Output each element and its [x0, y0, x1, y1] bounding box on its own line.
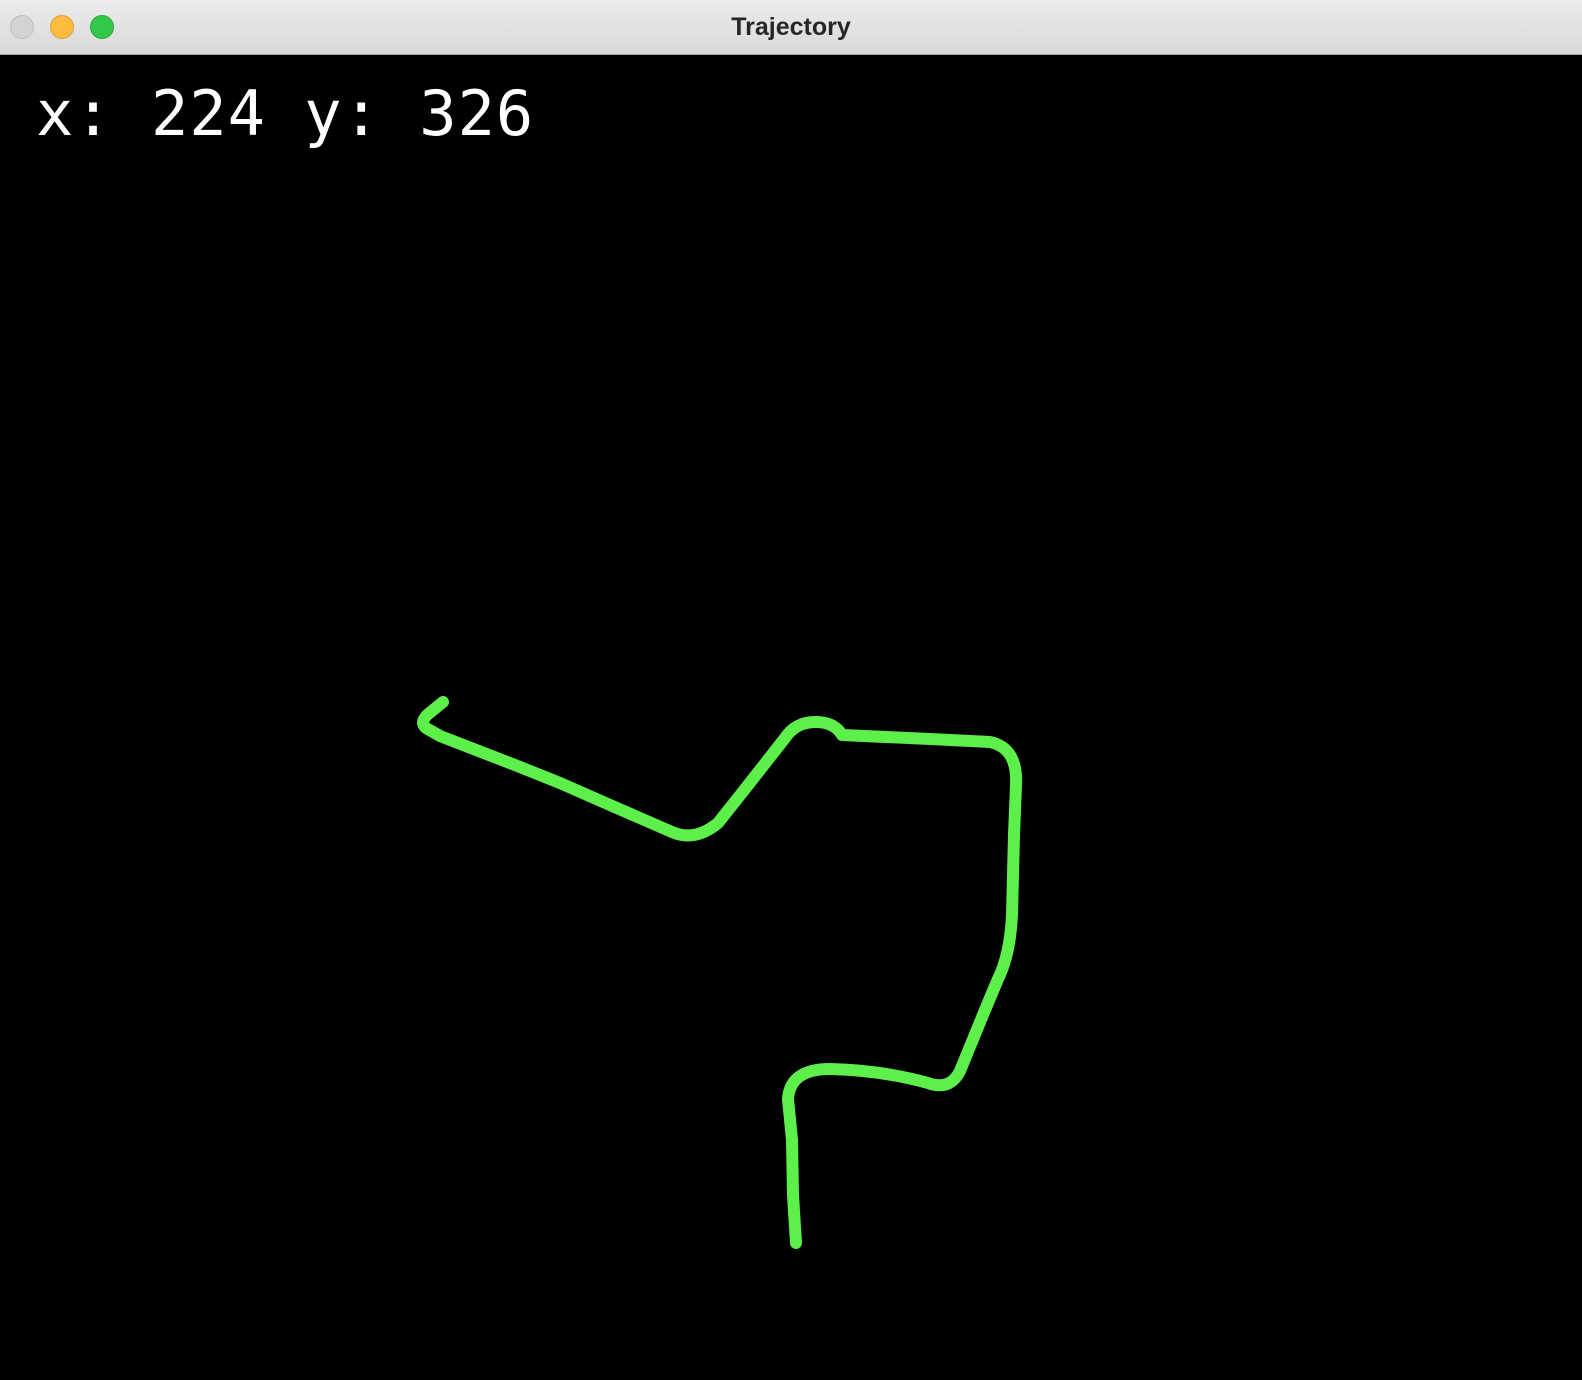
trajectory-window: Trajectory x: 224 y: 326 — [0, 0, 1582, 1380]
trajectory-path — [417, 696, 1023, 1249]
trajectory-plot — [417, 696, 1023, 1249]
title-bar[interactable]: Trajectory — [0, 0, 1582, 55]
trajectory-canvas[interactable]: x: 224 y: 326 — [0, 55, 1582, 1380]
window-title: Trajectory — [731, 13, 851, 41]
